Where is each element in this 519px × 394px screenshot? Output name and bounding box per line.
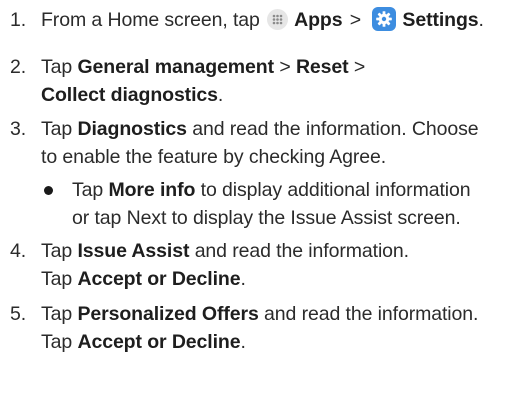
settings-gear-icon bbox=[372, 7, 397, 31]
collect-diagnostics-label: Collect diagnostics bbox=[41, 84, 218, 106]
personalized-offers-label: Personalized Offers bbox=[77, 303, 259, 325]
reset-label: Reset bbox=[295, 56, 349, 78]
chevron-separator: > bbox=[279, 56, 291, 78]
step-line: Tap Accept or Decline. bbox=[41, 265, 519, 293]
step-rest: and read the information. Choose bbox=[192, 118, 479, 140]
tap-word: Tap bbox=[41, 268, 73, 290]
step-number: 5. bbox=[10, 303, 27, 325]
bullet-line: or tap Next to display the Issue Assist … bbox=[72, 204, 471, 232]
step-number: 3. bbox=[10, 118, 27, 140]
step-rest: and read the information. bbox=[194, 240, 409, 262]
bullet-line: Tap More info to display additional info… bbox=[72, 176, 471, 204]
step-rest: and read the information. bbox=[264, 303, 479, 325]
tap-word: Tap bbox=[41, 118, 73, 140]
step-line: to enable the feature by checking Agree. bbox=[41, 143, 519, 171]
general-management-label: General management bbox=[77, 56, 274, 78]
step-number: 2. bbox=[10, 56, 27, 78]
step-line: Tap Issue Assist and read the informatio… bbox=[41, 237, 519, 265]
step-line: Tap Accept or Decline. bbox=[41, 328, 519, 356]
apps-label: Apps bbox=[294, 9, 343, 31]
step-period: . bbox=[240, 331, 246, 353]
step-number: 1. bbox=[10, 9, 27, 31]
step-period: . bbox=[217, 84, 224, 106]
step-text: From a Home screen, tap Apps > Settings. bbox=[41, 6, 519, 34]
step-number: 4. bbox=[10, 240, 27, 262]
bullet-rest: or tap Next to display the Issue Assist … bbox=[72, 207, 461, 229]
chevron-separator: > bbox=[349, 9, 362, 31]
bullet-text: Tap More info to display additional info… bbox=[72, 176, 471, 232]
tap-word: Tap bbox=[72, 179, 104, 201]
chevron-separator: > bbox=[353, 56, 366, 78]
tap-word: Tap bbox=[41, 240, 73, 262]
step-line: Tap General management > Reset > bbox=[41, 53, 519, 81]
accept-or-decline-label: Accept or Decline bbox=[77, 268, 241, 290]
tap-word: Tap bbox=[41, 56, 73, 78]
more-info-label: More info bbox=[108, 179, 196, 201]
tap-word: Tap bbox=[41, 331, 73, 353]
diagnostics-label: Diagnostics bbox=[77, 118, 187, 140]
step-line: Tap Diagnostics and read the information… bbox=[41, 115, 519, 143]
step-text: Tap Issue Assist and read the informatio… bbox=[41, 237, 519, 293]
tap-word: Tap bbox=[41, 303, 73, 325]
step-text: Tap Diagnostics and read the information… bbox=[41, 115, 519, 171]
bullet-rest: to display additional information bbox=[200, 179, 471, 201]
step-line: Tap Personalized Offers and read the inf… bbox=[41, 300, 519, 328]
step-period: . bbox=[240, 268, 246, 290]
step-intro: From a Home screen, tap bbox=[41, 9, 260, 31]
settings-label: Settings bbox=[402, 9, 479, 31]
step-rest: to enable the feature by checking Agree. bbox=[41, 146, 387, 168]
apps-grid-icon bbox=[267, 9, 289, 30]
step-text: Tap Personalized Offers and read the inf… bbox=[41, 300, 519, 356]
issue-assist-label: Issue Assist bbox=[77, 240, 190, 262]
bullet-dot-icon bbox=[44, 186, 53, 195]
accept-or-decline-label: Accept or Decline bbox=[77, 331, 241, 353]
step-text: Tap General management > Reset > Collect… bbox=[41, 53, 519, 109]
step-period: . bbox=[478, 9, 484, 31]
step-line: Collect diagnostics. bbox=[41, 81, 519, 109]
